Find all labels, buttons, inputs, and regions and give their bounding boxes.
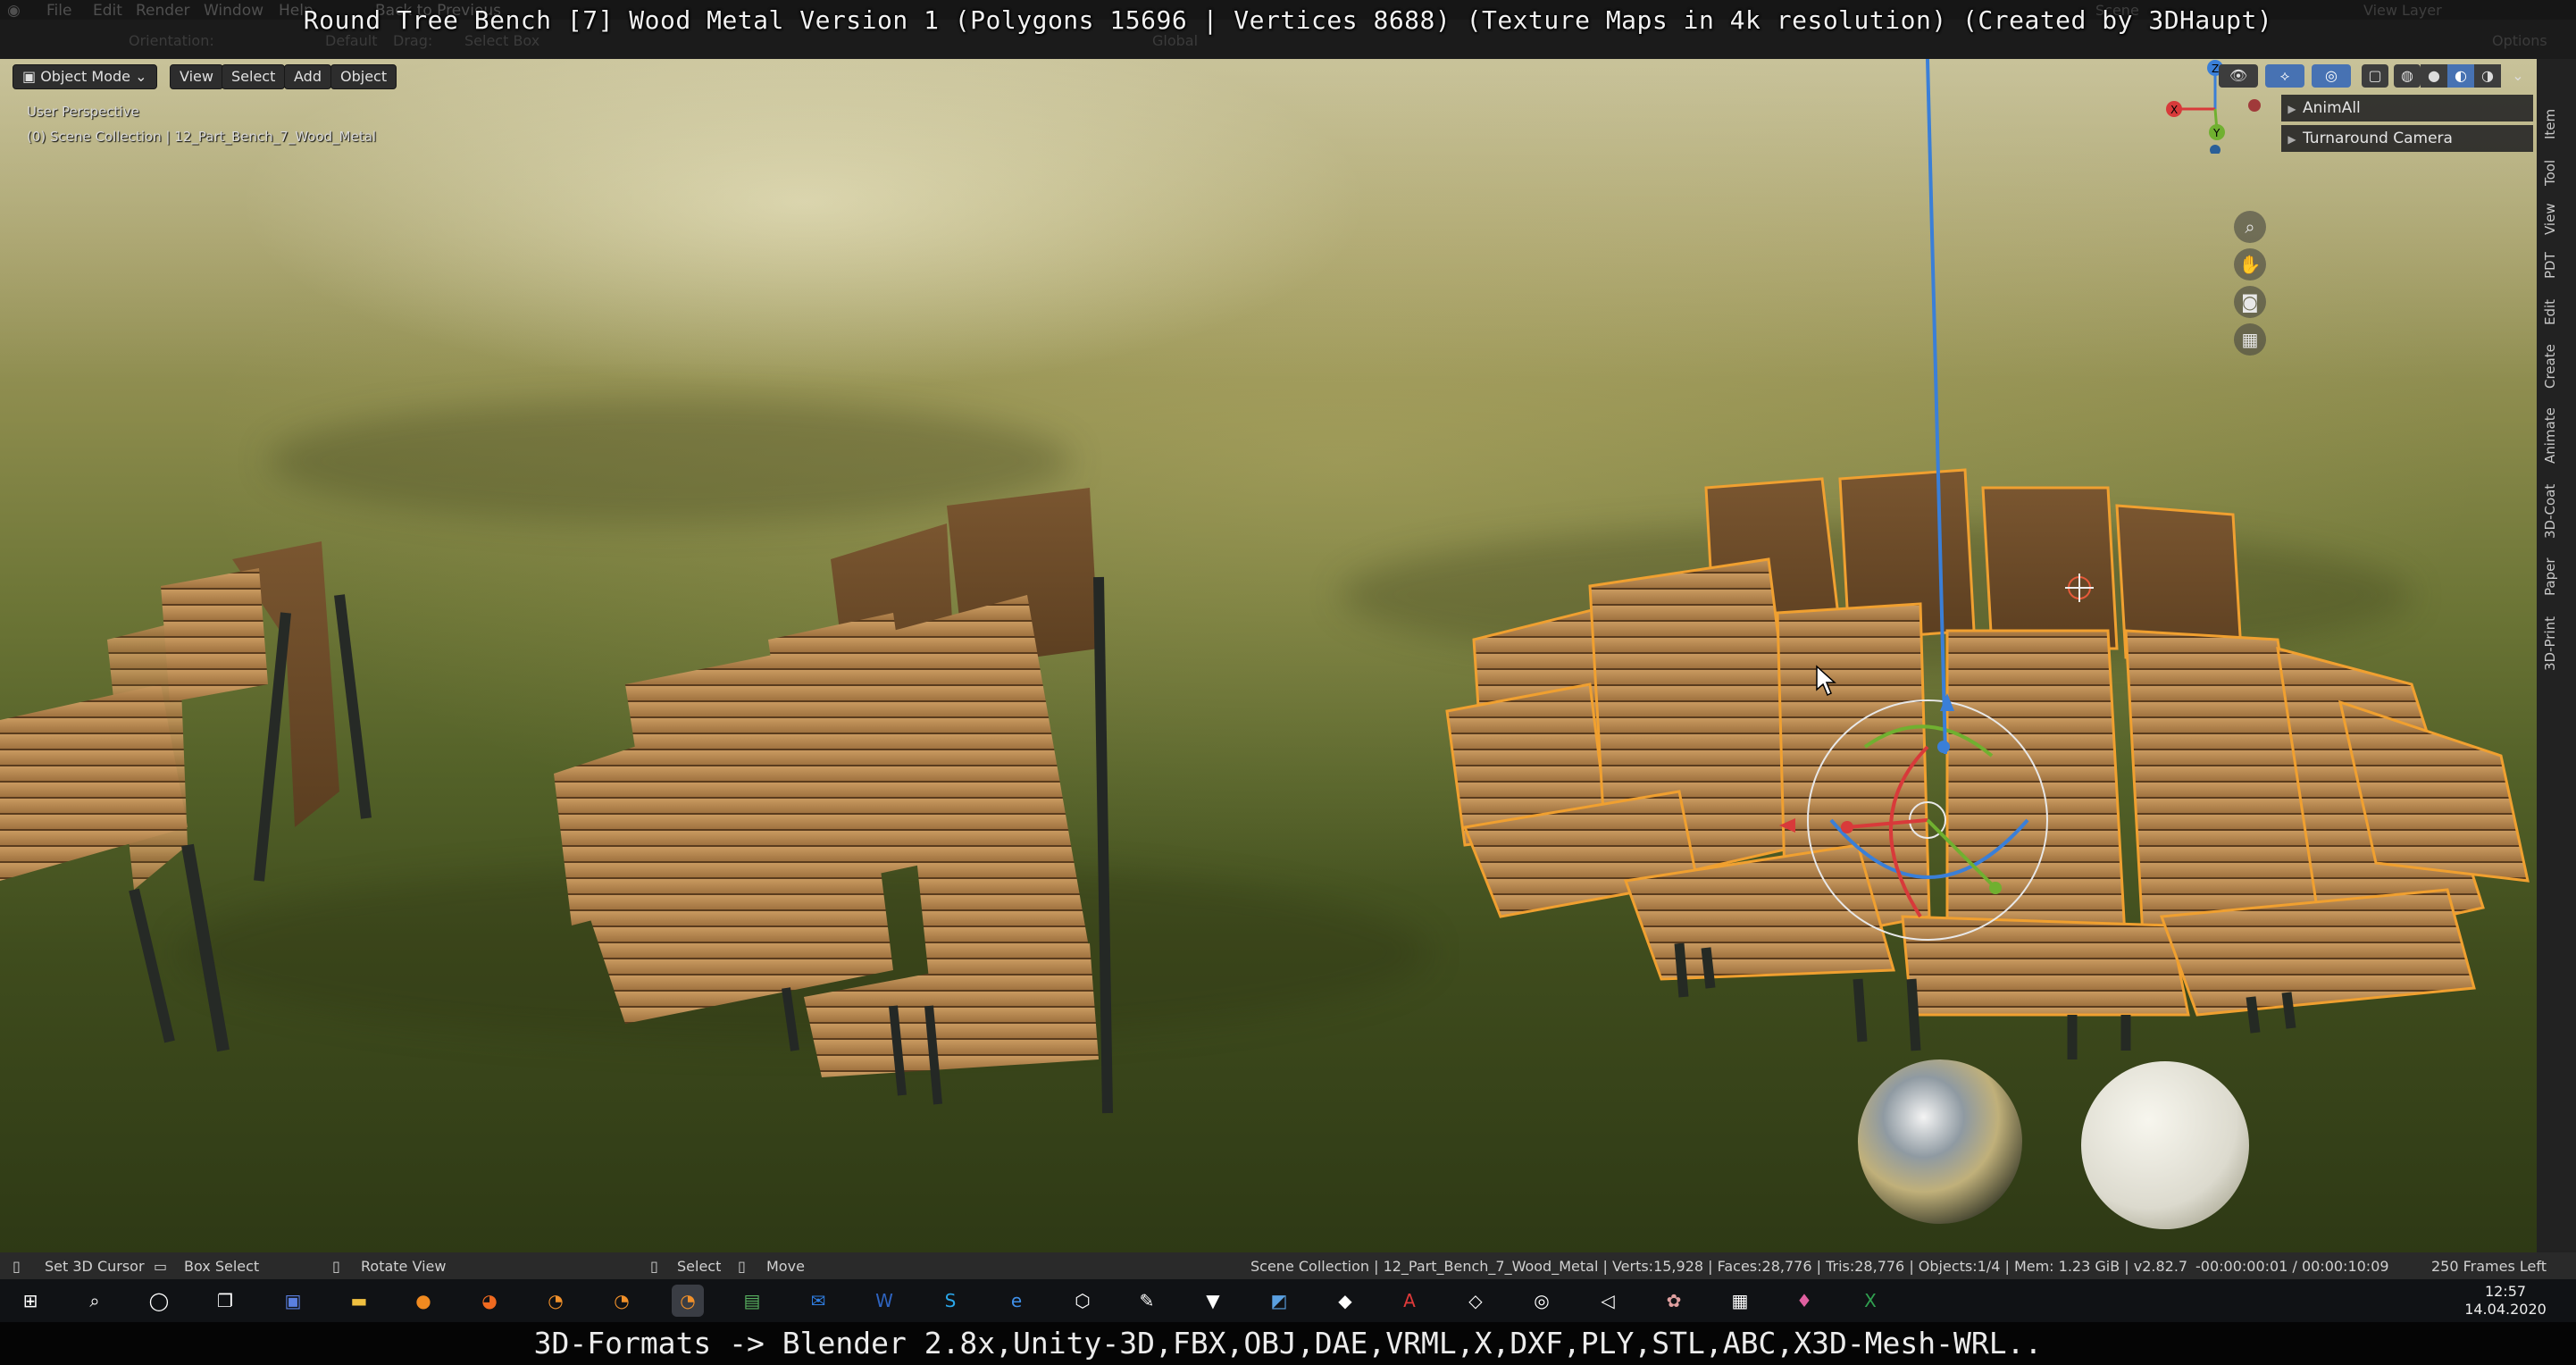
ortho-grid-icon[interactable]: ▦ (2234, 323, 2266, 356)
view-perspective-label: User Perspective (27, 104, 139, 120)
task-view-icon[interactable]: ❐ (209, 1285, 241, 1317)
tab-3d-print[interactable]: 3D-Print (2542, 609, 2569, 677)
object-mode-icon: ▣ (22, 68, 41, 85)
wireframe-shading-icon[interactable]: ◍ (2394, 64, 2421, 88)
object-mode-dropdown[interactable]: ▣ Object Mode ⌄ (13, 64, 157, 89)
mouse-right-icon: ▯ (738, 1258, 746, 1275)
clock-date: 14.04.2020 (2464, 1301, 2547, 1318)
status-box-select: Box Select (184, 1258, 260, 1275)
photo-app-icon[interactable]: ◩ (1263, 1285, 1295, 1317)
object-menu[interactable]: Object (330, 64, 397, 89)
clock-time: 12:57 (2484, 1283, 2527, 1300)
bench-middle (554, 488, 1113, 1114)
scene-statistics: Scene Collection | 12_Part_Bench_7_Wood_… (1250, 1258, 2188, 1275)
excel-icon[interactable]: X (1854, 1285, 1886, 1317)
blender-icon[interactable]: ◔ (539, 1285, 572, 1317)
acrobat-icon[interactable]: A (1393, 1285, 1426, 1317)
select-menu[interactable]: Select (222, 64, 286, 89)
cube-app-icon[interactable]: ◆ (1329, 1285, 1361, 1317)
obs-icon[interactable]: ◎ (1526, 1285, 1558, 1317)
status-move: Move (766, 1258, 805, 1275)
system-clock[interactable]: 12:57 14.04.2020 (2447, 1283, 2563, 1319)
tool-icon[interactable]: ✎ (1131, 1285, 1163, 1317)
outlook-icon[interactable]: ✉ (802, 1285, 834, 1317)
firefox-icon[interactable]: ◕ (473, 1285, 506, 1317)
box-3d-icon[interactable]: ⬡ (1066, 1285, 1099, 1317)
status-rotate-view: Rotate View (361, 1258, 447, 1275)
start-icon[interactable]: ⊞ (14, 1285, 46, 1317)
mouse-left-icon: ▯ (650, 1258, 658, 1275)
file-explorer-icon[interactable]: ▬ (343, 1285, 375, 1317)
panel-animall-label: AnimAll (2303, 99, 2361, 117)
shading-options-chevron-icon[interactable]: ⌄ (2505, 64, 2531, 88)
tab-item[interactable]: Item (2542, 104, 2569, 145)
windows-taskbar: ⊞ ⌕ ◯ ❐ ▣ ▬ ● ◕ ◔ ◔ ◔ ▤ ✉ W S e ⬡ ✎ ▼ ◩ … (0, 1279, 2576, 1322)
mouse-middle-icon: ▯ (332, 1258, 340, 1275)
tab-animate[interactable]: Animate (2542, 402, 2569, 470)
scene-render (0, 59, 2530, 1229)
spreadsheet-icon[interactable]: ▤ (736, 1285, 768, 1317)
chevron-down-icon: ⌄ (135, 68, 147, 85)
vectorworks-icon[interactable]: ▼ (1197, 1285, 1229, 1317)
xray-icon[interactable]: ▢ (2362, 64, 2388, 88)
panel-turnaround-label: Turnaround Camera (2303, 130, 2453, 147)
chrome-sphere (1858, 1059, 2022, 1224)
word-icon[interactable]: W (868, 1285, 900, 1317)
expand-arrow-icon[interactable]: ▶ (2281, 126, 2303, 153)
tab-tool[interactable]: Tool (2542, 152, 2569, 193)
zoom-icon[interactable]: ⌕ (2234, 211, 2266, 243)
rendered-shading-icon[interactable]: ◑ (2474, 64, 2501, 88)
cortana-icon[interactable]: ◯ (143, 1285, 175, 1317)
blender-active-icon[interactable]: ◔ (672, 1285, 704, 1317)
frames-left: 250 Frames Left (2431, 1258, 2547, 1275)
gizmo-y-label: Y (2212, 127, 2221, 139)
paint-icon[interactable]: ✿ (1658, 1285, 1690, 1317)
expand-arrow-icon[interactable]: ▶ (2281, 96, 2303, 122)
panel-animall[interactable]: ▶ AnimAll (2281, 95, 2533, 121)
matte-sphere (2081, 1061, 2249, 1229)
mouse-left-icon: ▯ (13, 1258, 21, 1275)
skype-icon[interactable]: S (934, 1285, 966, 1317)
tab-edit[interactable]: Edit (2542, 291, 2569, 332)
tab-3d-coat[interactable]: 3D-Coat (2542, 477, 2569, 545)
mouse-drag-icon: ▭ (154, 1258, 168, 1275)
status-bar: ▯ Set 3D Cursor ▭ Box Select ▯ Rotate Vi… (0, 1252, 2576, 1279)
unity-icon[interactable]: ◇ (1459, 1285, 1492, 1317)
unity-2-icon[interactable]: ◁ (1592, 1285, 1624, 1317)
status-set-3d-cursor: Set 3D Cursor (45, 1258, 145, 1275)
viewport-shading-controls: 👁 ⟡ ◎ ▢ ◍ ● ◐ ◑ ⌄ (2219, 64, 2537, 88)
status-select: Select (677, 1258, 722, 1275)
tab-create[interactable]: Create (2542, 338, 2569, 395)
sidebar-tabs: Item Tool View PDT Edit Create Animate 3… (2537, 59, 2576, 1252)
solid-shading-icon[interactable]: ● (2421, 64, 2447, 88)
edge-icon[interactable]: e (1000, 1285, 1033, 1317)
bench-right-selected[interactable] (1445, 468, 2530, 1017)
tab-view[interactable]: View (2542, 198, 2569, 239)
gizmo-x-label: X (2170, 104, 2178, 116)
add-menu[interactable]: Add (284, 64, 331, 89)
gizmo-z-label: Z (2212, 63, 2219, 75)
panel-turnaround-camera[interactable]: ▶ Turnaround Camera (2281, 125, 2533, 152)
blender-orange-icon[interactable]: ● (407, 1285, 439, 1317)
material-shading-icon[interactable]: ◐ (2447, 64, 2474, 88)
save-app-icon[interactable]: ▣ (277, 1285, 309, 1317)
overlay-toggle-icon[interactable]: ◎ (2312, 64, 2351, 88)
pan-hand-icon[interactable]: ✋ (2234, 248, 2266, 281)
formats-caption: 3D-Formats -> Blender 2.8x,Unity-3D,FBX,… (0, 1322, 2576, 1365)
collection-path-label: (0) Scene Collection | 12_Part_Bench_7_W… (27, 129, 377, 145)
view-menu[interactable]: View (170, 64, 223, 89)
3d-viewport[interactable]: User Perspective (0) Scene Collection | … (0, 59, 2537, 1252)
camera-view-icon[interactable]: ◙ (2234, 286, 2266, 318)
gizmo-toggle-icon[interactable]: ⟡ (2265, 64, 2304, 88)
bench-left (0, 541, 372, 1052)
blender-2-icon[interactable]: ◔ (606, 1285, 638, 1317)
video-title-caption: Round Tree Bench [7] Wood Metal Version … (303, 5, 2273, 35)
tab-pdt[interactable]: PDT (2542, 245, 2569, 286)
tab-paper[interactable]: Paper (2542, 552, 2569, 602)
calculator-icon[interactable]: ▦ (1724, 1285, 1756, 1317)
visibility-icon[interactable]: 👁 (2219, 64, 2258, 88)
search-icon[interactable]: ⌕ (79, 1285, 111, 1317)
timeline-time: -00:00:00:01 / 00:00:10:09 (2195, 1258, 2389, 1275)
map-pin-icon[interactable]: ♦ (1788, 1285, 1820, 1317)
